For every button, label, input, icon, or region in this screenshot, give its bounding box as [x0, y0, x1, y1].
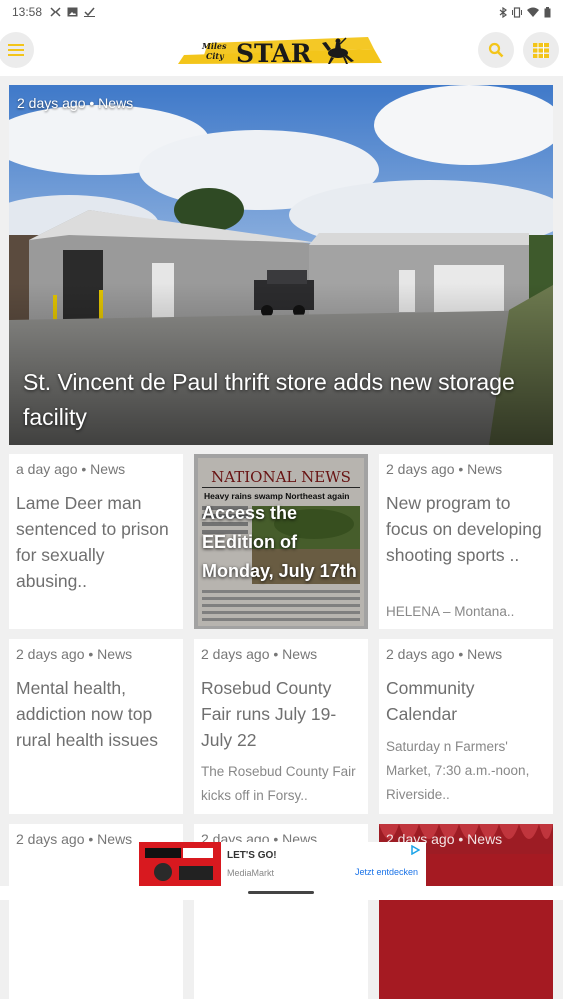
- story-card[interactable]: a day ago • News Lame Deer man sentenced…: [9, 454, 183, 629]
- story-meta: 2 days ago • News: [201, 646, 318, 662]
- featured-story-title[interactable]: St. Vincent de Paul thrift store adds ne…: [23, 365, 543, 435]
- story-title[interactable]: Mental health, addiction now top rural h…: [16, 675, 180, 753]
- site-logo[interactable]: Miles City STAR: [178, 33, 382, 67]
- story-card[interactable]: 2 days ago • News Rosebud County Fair ru…: [194, 639, 368, 814]
- battery-icon: [544, 6, 551, 17]
- wifi-icon: [527, 7, 539, 17]
- bluetooth-icon: [499, 6, 507, 18]
- story-title[interactable]: Lame Deer man sentenced to prison for se…: [16, 490, 180, 594]
- story-excerpt: The Rosebud County Fair kicks off in For…: [201, 764, 356, 803]
- story-excerpt: HELENA – Montana..: [386, 604, 515, 619]
- image-icon: [67, 7, 78, 17]
- story-title[interactable]: Rosebud County Fair runs July 19-July 22: [201, 675, 365, 753]
- ad-brand: MediaMarkt: [227, 868, 275, 878]
- check-icon: [84, 7, 96, 17]
- search-button[interactable]: [478, 32, 514, 68]
- status-bar: 13:58: [0, 0, 563, 24]
- ad-cta-link[interactable]: Jetzt entdecken: [355, 867, 418, 877]
- ad-headline: LET'S GO!: [227, 850, 277, 861]
- eedition-title[interactable]: Access the EEdition of Monday, July 17th: [202, 499, 362, 586]
- grid-icon: [533, 43, 549, 58]
- story-meta: 2 days ago • News: [16, 646, 133, 662]
- logo-text-top: Miles: [201, 41, 227, 51]
- logo-text-main: STAR: [236, 39, 312, 67]
- story-meta: a day ago • News: [16, 461, 126, 477]
- story-meta: 2 days ago • News: [16, 831, 133, 847]
- app-bar: Miles City STAR: [0, 24, 563, 76]
- ad-choices-icon[interactable]: [410, 845, 420, 855]
- news-feed: 2 days ago • News St. Vincent de Paul th…: [0, 76, 563, 999]
- story-card[interactable]: 2 days ago • News Mental health, addicti…: [9, 639, 183, 814]
- search-icon: [488, 42, 504, 58]
- gesture-nav-bar: [0, 886, 563, 900]
- featured-story-meta: 2 days ago • News: [17, 95, 134, 111]
- vibrate-icon: [512, 6, 522, 18]
- featured-story-card[interactable]: 2 days ago • News St. Vincent de Paul th…: [9, 85, 553, 445]
- story-excerpt: Saturday n Farmers' Market, 7:30 a.m.-no…: [386, 739, 530, 802]
- ad-image: [139, 842, 221, 886]
- story-card[interactable]: 2 days ago • News Community Calendar Sat…: [379, 639, 553, 814]
- eedition-card[interactable]: NATIONAL NEWS Heavy rains swamp Northeas…: [194, 454, 368, 629]
- logo-text-bottom: City: [206, 51, 225, 61]
- sections-button[interactable]: [523, 32, 559, 68]
- status-time: 13:58: [12, 5, 43, 19]
- signal-icon: [50, 7, 61, 17]
- menu-icon: [8, 44, 24, 56]
- ad-banner[interactable]: LET'S GO! MediaMarkt Jetzt entdecken: [139, 842, 426, 886]
- story-title[interactable]: Community Calendar: [386, 675, 550, 727]
- home-handle[interactable]: [248, 891, 314, 894]
- menu-button[interactable]: [0, 32, 34, 68]
- story-card[interactable]: 2 days ago • News New program to focus o…: [379, 454, 553, 629]
- story-meta: 2 days ago • News: [386, 646, 503, 662]
- story-title[interactable]: New program to focus on developing shoot…: [386, 490, 550, 568]
- story-meta: 2 days ago • News: [386, 461, 503, 477]
